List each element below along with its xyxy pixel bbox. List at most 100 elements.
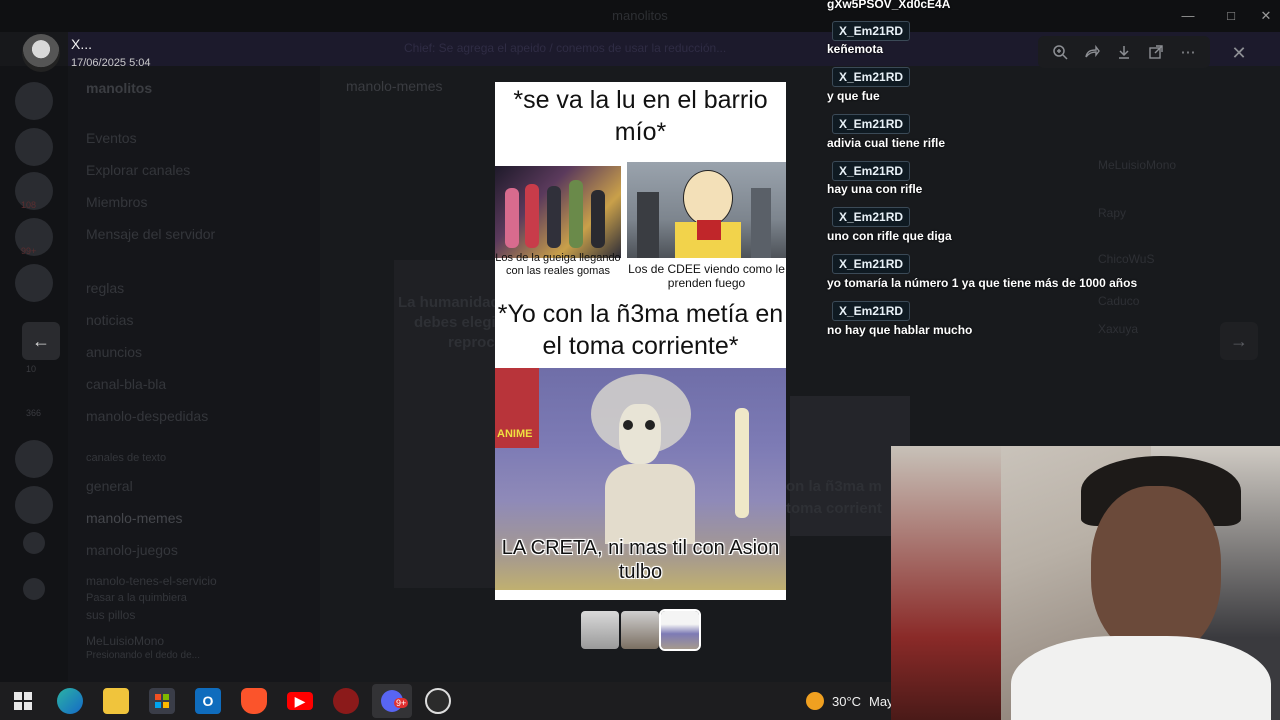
background-attachment-text: reproc	[448, 334, 495, 351]
server-badge: 108	[21, 200, 37, 210]
bald-hero-panel	[627, 162, 786, 258]
weather-icon[interactable]	[806, 692, 824, 710]
chat-username: X_Em21RD	[832, 207, 911, 227]
member-name[interactable]: Rapy	[1098, 206, 1126, 220]
discord-badge: 9+	[394, 698, 409, 708]
start-icon[interactable]	[10, 688, 36, 714]
panel-right-label: Los de CDEE viendo como le prenden fuego	[628, 262, 785, 290]
server-icon[interactable]	[15, 486, 53, 524]
download-icon[interactable]	[1112, 40, 1136, 64]
thumbnail-strip	[581, 609, 701, 651]
background-attachment-text: toma corrient	[786, 500, 882, 517]
previous-arrow-icon[interactable]: ←	[22, 322, 60, 360]
server-badge: 99+	[21, 246, 37, 256]
chat-username: X_Em21RD	[832, 67, 911, 87]
channel-item[interactable]: Eventos	[86, 130, 137, 146]
channel-item[interactable]: reglas	[86, 280, 124, 296]
forward-icon[interactable]	[1080, 40, 1104, 64]
thumbnail-item[interactable]	[621, 611, 659, 649]
user-status: Presionando el dedo de...	[86, 650, 200, 661]
channel-item[interactable]: manolo-juegos	[86, 542, 178, 558]
explore-icon[interactable]	[23, 578, 45, 600]
upload-timestamp: 17/06/2025 5:04	[71, 57, 151, 69]
chat-username: X_Em21RD	[832, 161, 911, 181]
add-server-icon[interactable]	[23, 532, 45, 554]
uploader-avatar[interactable]	[22, 34, 60, 72]
member-name[interactable]: ChicoWuS	[1098, 252, 1154, 266]
edge-icon[interactable]	[57, 688, 83, 714]
channel-item[interactable]: Miembros	[86, 194, 147, 210]
thumbnail-item-active[interactable]	[659, 609, 701, 651]
background-attachment-text: on la ñ3ma m	[786, 478, 882, 495]
channel-item[interactable]: canal-bla-bla	[86, 376, 166, 392]
chat-message: gXw5PSOV_Xd0cE4A	[827, 0, 951, 11]
background-attachment-text: La humanidad	[398, 294, 500, 311]
meme-caption-middle: *Yo con la ñ3ma metía en el toma corrien…	[497, 300, 784, 360]
channel-item[interactable]: Explorar canales	[86, 162, 190, 178]
channel-item[interactable]: Mensaje del servidor	[86, 226, 215, 242]
zoom-in-icon[interactable]	[1048, 40, 1072, 64]
uploader-name[interactable]: X...	[71, 36, 92, 52]
channel-item[interactable]: manolo-despedidas	[86, 408, 208, 424]
thumbnail-item[interactable]	[581, 611, 619, 649]
panel-left-label: Los de la gueiga llegando con las reales…	[495, 252, 621, 277]
channel-title: manolo-memes	[346, 78, 443, 94]
maximize-icon[interactable]: □	[1221, 6, 1241, 26]
discord-icon[interactable]: 9+	[372, 684, 412, 718]
viewer-toolbar: ⋯	[1038, 36, 1210, 68]
chat-username: X_Em21RD	[832, 114, 911, 134]
window-close-icon[interactable]: ✕	[1256, 6, 1276, 26]
user-name[interactable]: MeLuisioMono	[86, 634, 164, 648]
server-icon[interactable]: 108	[15, 172, 53, 210]
server-icon[interactable]	[15, 82, 53, 120]
open-external-icon[interactable]	[1144, 40, 1168, 64]
channel-item[interactable]: manolo-tenes-el-servicio	[86, 574, 217, 588]
chat-message: yo tomaría la número 1 ya que tiene más …	[827, 276, 1138, 290]
notice-banner-text: Chief: Se agrega el apeido / conemos de …	[404, 41, 727, 55]
server-badge: 366	[26, 408, 42, 418]
skeleton-image: ANIME LA CRETA, ni mas til con Asion tul…	[495, 368, 786, 590]
server-icon[interactable]: 99+	[15, 218, 53, 256]
anime-sticker-text: ANIME	[497, 428, 533, 440]
anime-group-panel	[495, 166, 621, 258]
weather-temperature[interactable]: 30°C	[832, 694, 861, 709]
minimize-icon[interactable]: —	[1178, 6, 1198, 26]
member-name[interactable]: Caduco	[1098, 294, 1139, 308]
background-attachment-text: debes elegi	[414, 314, 496, 331]
weather-condition[interactable]: May	[869, 694, 894, 709]
channel-category[interactable]: CANALES DE TEXTO	[86, 452, 166, 464]
channel-item-active[interactable]: manolo-memes	[86, 510, 182, 526]
member-name[interactable]: MeLuisioMono	[1098, 158, 1176, 172]
chat-username: X_Em21RD	[832, 254, 911, 274]
channel-item[interactable]: Pasar a la quimbiera	[86, 592, 187, 604]
server-badge: 10	[26, 364, 37, 374]
channel-item[interactable]: anuncios	[86, 344, 142, 360]
chat-message: hay una con rifle	[827, 182, 923, 196]
meme-caption-bottom: LA CRETA, ni mas til con Asion tulbo	[501, 537, 780, 583]
outlook-icon[interactable]: O	[195, 688, 221, 714]
anime-sticker: ANIME	[495, 368, 539, 448]
channel-item[interactable]: general	[86, 478, 133, 494]
window-title: manolitos	[612, 8, 668, 23]
chat-message: uno con rifle que diga	[827, 229, 952, 243]
next-arrow-icon[interactable]: →	[1220, 322, 1258, 360]
app-icon[interactable]	[333, 688, 359, 714]
server-icon[interactable]	[15, 128, 53, 166]
member-name[interactable]: Xaxuya	[1098, 322, 1138, 336]
brave-icon[interactable]	[241, 688, 267, 714]
obs-icon[interactable]	[425, 688, 451, 714]
close-icon[interactable]: ✕	[1225, 39, 1253, 67]
server-icon[interactable]	[15, 264, 53, 302]
store-icon[interactable]	[149, 688, 175, 714]
channel-list: manolitos Eventos Explorar canales Miemb…	[68, 66, 320, 682]
youtube-icon[interactable]: ▶	[287, 692, 313, 710]
window-titlebar: manolitos	[0, 0, 1280, 32]
more-icon[interactable]: ⋯	[1176, 40, 1200, 64]
explorer-icon[interactable]	[103, 688, 129, 714]
channel-item[interactable]: noticias	[86, 312, 133, 328]
channel-item[interactable]: sus pillos	[86, 608, 135, 622]
server-icon[interactable]	[15, 440, 53, 478]
server-rail: 108 99+ 10 366	[0, 66, 68, 682]
screen: manolitos Chief: Se agrega el apeido / c…	[0, 0, 1280, 720]
server-name[interactable]: manolitos	[86, 80, 152, 96]
